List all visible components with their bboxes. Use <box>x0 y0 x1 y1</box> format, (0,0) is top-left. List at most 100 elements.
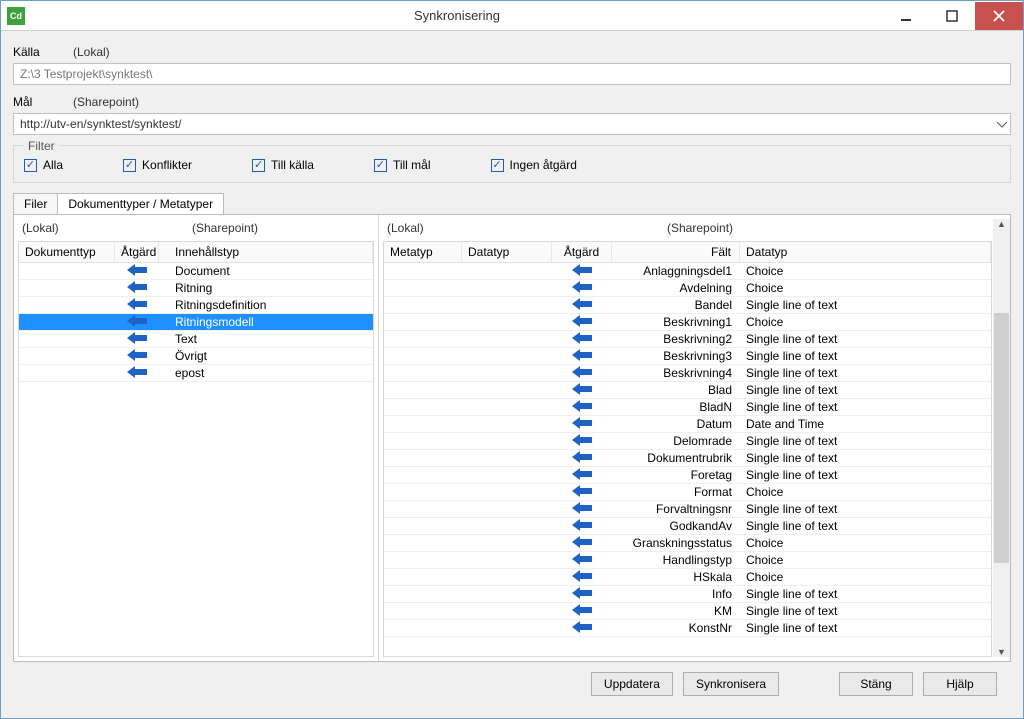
minimize-button[interactable] <box>883 2 929 30</box>
col-datatyp2[interactable]: Datatyp <box>740 242 991 262</box>
table-row[interactable]: Text <box>19 331 373 348</box>
scroll-down-icon[interactable]: ▼ <box>997 647 1006 657</box>
arrow-left-icon <box>572 519 592 531</box>
scroll-up-icon[interactable]: ▲ <box>997 219 1006 229</box>
table-row[interactable]: Anlaggningsdel1Choice <box>384 263 991 280</box>
table-row[interactable]: Beskrivning3Single line of text <box>384 348 991 365</box>
col-innehall[interactable]: Innehållstyp <box>159 242 373 262</box>
table-row[interactable]: Document <box>19 263 373 280</box>
arrow-left-icon <box>127 281 147 293</box>
table-row[interactable]: Ritning <box>19 280 373 297</box>
arrow-left-icon <box>127 332 147 344</box>
tab-doktyper[interactable]: Dokumenttyper / Metatyper <box>57 193 224 214</box>
table-row[interactable]: DokumentrubrikSingle line of text <box>384 450 991 467</box>
arrow-left-icon <box>572 434 592 446</box>
hjalp-button[interactable]: Hjälp <box>923 672 997 696</box>
arrow-left-icon <box>572 400 592 412</box>
close-button[interactable] <box>975 2 1023 30</box>
arrow-left-icon <box>127 264 147 276</box>
table-row[interactable]: Ritningsmodell <box>19 314 373 331</box>
table-row[interactable]: DatumDate and Time <box>384 416 991 433</box>
right-lokal-label: (Lokal) <box>387 221 567 235</box>
table-row[interactable]: BladNSingle line of text <box>384 399 991 416</box>
arrow-left-icon <box>572 451 592 463</box>
arrow-left-icon <box>572 298 592 310</box>
arrow-left-icon <box>572 349 592 361</box>
scroll-thumb[interactable] <box>994 313 1009 563</box>
table-row[interactable]: GodkandAvSingle line of text <box>384 518 991 535</box>
col-falt[interactable]: Fält <box>612 242 740 262</box>
arrow-left-icon <box>572 570 592 582</box>
table-row[interactable]: BandelSingle line of text <box>384 297 991 314</box>
arrow-left-icon <box>127 298 147 310</box>
table-row[interactable]: InfoSingle line of text <box>384 586 991 603</box>
col-datatyp[interactable]: Datatyp <box>462 242 552 262</box>
tab-panel: (Lokal) (Sharepoint) Dokumenttyp Åtgärd … <box>13 214 1011 662</box>
arrow-left-icon <box>572 485 592 497</box>
app-icon: Cd <box>7 7 25 25</box>
right-sharepoint-label: (Sharepoint) <box>567 221 1002 235</box>
filter-tillkalla-checkbox[interactable]: ✓Till källa <box>252 158 314 172</box>
filter-fieldset: Filter ✓Alla ✓Konflikter ✓Till källa ✓Ti… <box>13 145 1011 183</box>
table-row[interactable]: FormatChoice <box>384 484 991 501</box>
doc-types-pane: (Lokal) (Sharepoint) Dokumenttyp Åtgärd … <box>14 215 379 661</box>
arrow-left-icon <box>127 315 147 327</box>
col-dokumenttyp[interactable]: Dokumenttyp <box>19 242 115 262</box>
arrow-left-icon <box>572 621 592 633</box>
arrow-left-icon <box>572 366 592 378</box>
arrow-left-icon <box>572 383 592 395</box>
source-sublabel: (Lokal) <box>73 45 110 59</box>
table-row[interactable]: ForvaltningsnrSingle line of text <box>384 501 991 518</box>
chevron-down-icon[interactable] <box>997 117 1007 131</box>
filter-legend: Filter <box>24 139 59 153</box>
source-path-input[interactable] <box>13 63 1011 85</box>
arrow-left-icon <box>572 604 592 616</box>
table-row[interactable]: Ritningsdefinition <box>19 297 373 314</box>
table-row[interactable]: KonstNrSingle line of text <box>384 620 991 637</box>
window-title: Synkronisering <box>31 8 883 23</box>
filter-ingen-checkbox[interactable]: ✓Ingen åtgärd <box>491 158 577 172</box>
table-row[interactable]: AvdelningChoice <box>384 280 991 297</box>
titlebar: Cd Synkronisering <box>1 1 1023 31</box>
table-row[interactable]: Beskrivning1Choice <box>384 314 991 331</box>
stang-button[interactable]: Stäng <box>839 672 913 696</box>
table-row[interactable]: KMSingle line of text <box>384 603 991 620</box>
target-url-select[interactable] <box>13 113 1011 135</box>
col-metatyp[interactable]: Metatyp <box>384 242 462 262</box>
table-row[interactable]: ForetagSingle line of text <box>384 467 991 484</box>
table-row[interactable]: GranskningsstatusChoice <box>384 535 991 552</box>
table-row[interactable]: HandlingstypChoice <box>384 552 991 569</box>
table-row[interactable]: BladSingle line of text <box>384 382 991 399</box>
target-label: Mål <box>13 95 69 109</box>
table-row[interactable]: HSkalaChoice <box>384 569 991 586</box>
table-row[interactable]: Beskrivning2Single line of text <box>384 331 991 348</box>
synkronisera-button[interactable]: Synkronisera <box>683 672 779 696</box>
table-row[interactable]: DelomradeSingle line of text <box>384 433 991 450</box>
table-row[interactable]: Beskrivning4Single line of text <box>384 365 991 382</box>
arrow-left-icon <box>572 281 592 293</box>
arrow-left-icon <box>572 468 592 480</box>
arrow-left-icon <box>127 366 147 378</box>
table-row[interactable]: epost <box>19 365 373 382</box>
vertical-scrollbar[interactable]: ▲ ▼ <box>993 219 1010 657</box>
filter-tillmal-checkbox[interactable]: ✓Till mål <box>374 158 431 172</box>
source-label: Källa <box>13 45 69 59</box>
uppdatera-button[interactable]: Uppdatera <box>591 672 673 696</box>
arrow-left-icon <box>572 553 592 565</box>
arrow-left-icon <box>572 332 592 344</box>
arrow-left-icon <box>572 502 592 514</box>
col-atgard-left[interactable]: Åtgärd <box>115 242 159 262</box>
arrow-left-icon <box>572 587 592 599</box>
arrow-left-icon <box>572 417 592 429</box>
table-row[interactable]: Övrigt <box>19 348 373 365</box>
maximize-button[interactable] <box>929 2 975 30</box>
col-atgard-right[interactable]: Åtgärd <box>552 242 612 262</box>
left-lokal-label: (Lokal) <box>22 221 122 235</box>
filter-konflikter-checkbox[interactable]: ✓Konflikter <box>123 158 192 172</box>
filter-alla-checkbox[interactable]: ✓Alla <box>24 158 63 172</box>
target-sublabel: (Sharepoint) <box>73 95 139 109</box>
meta-types-pane: (Lokal) (Sharepoint) Metatyp Datatyp Åtg… <box>379 215 1010 661</box>
arrow-left-icon <box>572 536 592 548</box>
left-sharepoint-label: (Sharepoint) <box>122 221 370 235</box>
tab-filer[interactable]: Filer <box>13 193 58 214</box>
